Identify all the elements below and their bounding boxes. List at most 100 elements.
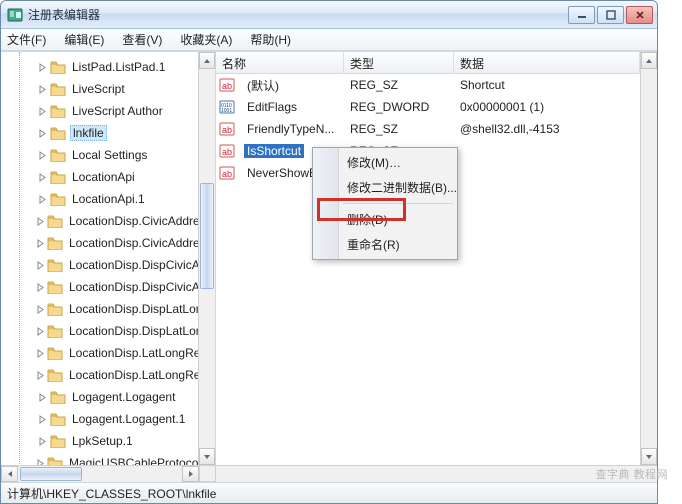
tree-item-label: MagicUSBCableProtocol [67, 456, 198, 465]
scroll-up-button[interactable] [641, 52, 657, 69]
scroll-track-h[interactable] [18, 466, 182, 482]
close-button[interactable] [626, 6, 653, 24]
scroll-thumb-h[interactable] [20, 467, 82, 481]
tree-item[interactable]: LocationDisp.CivicAddressReportFactory [20, 210, 198, 232]
expand-icon[interactable] [36, 151, 48, 160]
folder-icon [47, 346, 63, 360]
expand-icon[interactable] [36, 327, 45, 336]
context-menu[interactable]: 修改(M)…修改二进制数据(B)...删除(D)重命名(R) [312, 147, 458, 260]
expand-icon[interactable] [36, 437, 48, 446]
scroll-track[interactable] [199, 69, 215, 448]
minimize-button[interactable] [568, 6, 595, 24]
tree-item[interactable]: Logagent.Logagent.1 [20, 408, 198, 430]
col-name[interactable]: 名称 [216, 52, 344, 73]
context-menu-item[interactable]: 修改(M)… [315, 150, 455, 175]
context-menu-item[interactable]: 重命名(R) [315, 232, 455, 257]
tree-item-label: Logagent.Logagent.1 [70, 412, 187, 426]
tree-item[interactable]: LiveScript [20, 78, 198, 100]
scroll-right-button[interactable] [182, 466, 199, 482]
tree-scrollbar-h[interactable] [1, 465, 199, 482]
folder-icon [50, 390, 66, 404]
menubar[interactable]: 文件(F) 编辑(E) 查看(V) 收藏夹(A) 帮助(H) [1, 29, 657, 51]
scroll-track[interactable] [641, 69, 657, 448]
tree-item-label: LocationDisp.DispLatLongReport.1 [67, 324, 198, 338]
tree-item[interactable]: LocationApi.1 [20, 188, 198, 210]
expand-icon[interactable] [36, 85, 48, 94]
expand-icon[interactable] [36, 261, 45, 270]
scroll-left-button[interactable] [1, 466, 18, 482]
expand-icon[interactable] [36, 173, 48, 182]
statusbar: 计算机\HKEY_CLASSES_ROOT\lnkfile [1, 482, 657, 503]
tree-item[interactable]: LocationDisp.LatLongReportFactory [20, 342, 198, 364]
list-scroll-area-h [216, 465, 657, 482]
menu-file[interactable]: 文件(F) [7, 31, 46, 48]
expand-icon[interactable] [36, 129, 48, 138]
titlebar[interactable]: 注册表编辑器 [1, 1, 657, 29]
scroll-down-button[interactable] [641, 448, 657, 465]
scroll-corner [199, 465, 216, 482]
tree-scrollbar-v[interactable] [198, 52, 215, 465]
tree-item[interactable]: LocationDisp.DispCivicAddressReport.1 [20, 276, 198, 298]
svg-text:ab: ab [222, 169, 232, 179]
tree-item[interactable]: LiveScript Author [20, 100, 198, 122]
tree-item-label: Local Settings [70, 148, 149, 162]
context-menu-item[interactable]: 修改二进制数据(B)... [315, 175, 455, 200]
col-type[interactable]: 类型 [344, 52, 454, 73]
value-row[interactable]: abFriendlyTypeN...REG_SZ@shell32.dll,-41… [216, 118, 640, 140]
maximize-button[interactable] [597, 6, 624, 24]
tree-item-label: LocationDisp.LatLongReportFactory.1 [67, 368, 198, 382]
folder-icon [47, 368, 63, 382]
tree-item-label: LocationDisp.DispCivicAddressReport.1 [67, 280, 198, 294]
tree-item[interactable]: MagicUSBCableProtocol [20, 452, 198, 465]
tree-item-label: LocationApi [70, 170, 137, 184]
tree-item[interactable]: LocationApi [20, 166, 198, 188]
expand-icon[interactable] [36, 371, 45, 380]
tree[interactable]: ListPad.ListPad.1 LiveScript LiveScript Au… [1, 52, 198, 465]
svg-text:1001: 1001 [221, 108, 232, 114]
expand-icon[interactable] [36, 415, 48, 424]
expand-icon[interactable] [36, 239, 45, 248]
list-scrollbar-v[interactable] [640, 52, 657, 465]
column-headers[interactable]: 名称 类型 数据 [216, 52, 640, 74]
tree-item[interactable]: lnkfile [20, 122, 198, 144]
expand-icon[interactable] [36, 217, 45, 226]
tree-item[interactable]: LocationDisp.DispLatLongReport [20, 298, 198, 320]
menu-favorites[interactable]: 收藏夹(A) [180, 31, 232, 48]
tree-item[interactable]: LocationDisp.CivicAddressReportFactory.1 [20, 232, 198, 254]
folder-icon [50, 60, 66, 74]
tree-item-label: LocationDisp.DispLatLongReport [67, 302, 198, 316]
expand-icon[interactable] [36, 393, 48, 402]
expand-icon[interactable] [36, 349, 45, 358]
tree-item-label: LocationDisp.LatLongReportFactory [67, 346, 198, 360]
scroll-thumb[interactable] [200, 183, 214, 289]
tree-item-label: ListPad.ListPad.1 [70, 60, 167, 74]
tree-pane: ListPad.ListPad.1 LiveScript LiveScript Au… [1, 52, 216, 465]
expand-icon[interactable] [36, 195, 48, 204]
tree-item-label: LiveScript Author [70, 104, 165, 118]
value-data: Shortcut [454, 78, 640, 92]
value-data: @shell32.dll,-4153 [454, 122, 640, 136]
value-row[interactable]: ab(默认)REG_SZShortcut [216, 74, 640, 96]
col-data[interactable]: 数据 [454, 52, 640, 73]
folder-icon [50, 148, 66, 162]
tree-item[interactable]: LocationDisp.DispCivicAddressReport [20, 254, 198, 276]
expand-icon[interactable] [36, 305, 45, 314]
expand-icon[interactable] [36, 283, 45, 292]
menu-edit[interactable]: 编辑(E) [64, 31, 104, 48]
value-row[interactable]: 01101001EditFlagsREG_DWORD0x00000001 (1) [216, 96, 640, 118]
tree-item-label: LocationApi.1 [70, 192, 147, 206]
value-type: REG_DWORD [344, 100, 454, 114]
expand-icon[interactable] [36, 63, 48, 72]
menu-view[interactable]: 查看(V) [122, 31, 162, 48]
tree-item[interactable]: LocationDisp.DispLatLongReport.1 [20, 320, 198, 342]
scroll-up-button[interactable] [199, 52, 215, 69]
menu-help[interactable]: 帮助(H) [250, 31, 291, 48]
expand-icon[interactable] [36, 107, 48, 116]
tree-item[interactable]: Logagent.Logagent [20, 386, 198, 408]
tree-item[interactable]: Local Settings [20, 144, 198, 166]
tree-item-label: LpkSetup.1 [70, 434, 135, 448]
tree-item[interactable]: LpkSetup.1 [20, 430, 198, 452]
scroll-down-button[interactable] [199, 448, 215, 465]
tree-item[interactable]: LocationDisp.LatLongReportFactory.1 [20, 364, 198, 386]
tree-item[interactable]: ListPad.ListPad.1 [20, 56, 198, 78]
